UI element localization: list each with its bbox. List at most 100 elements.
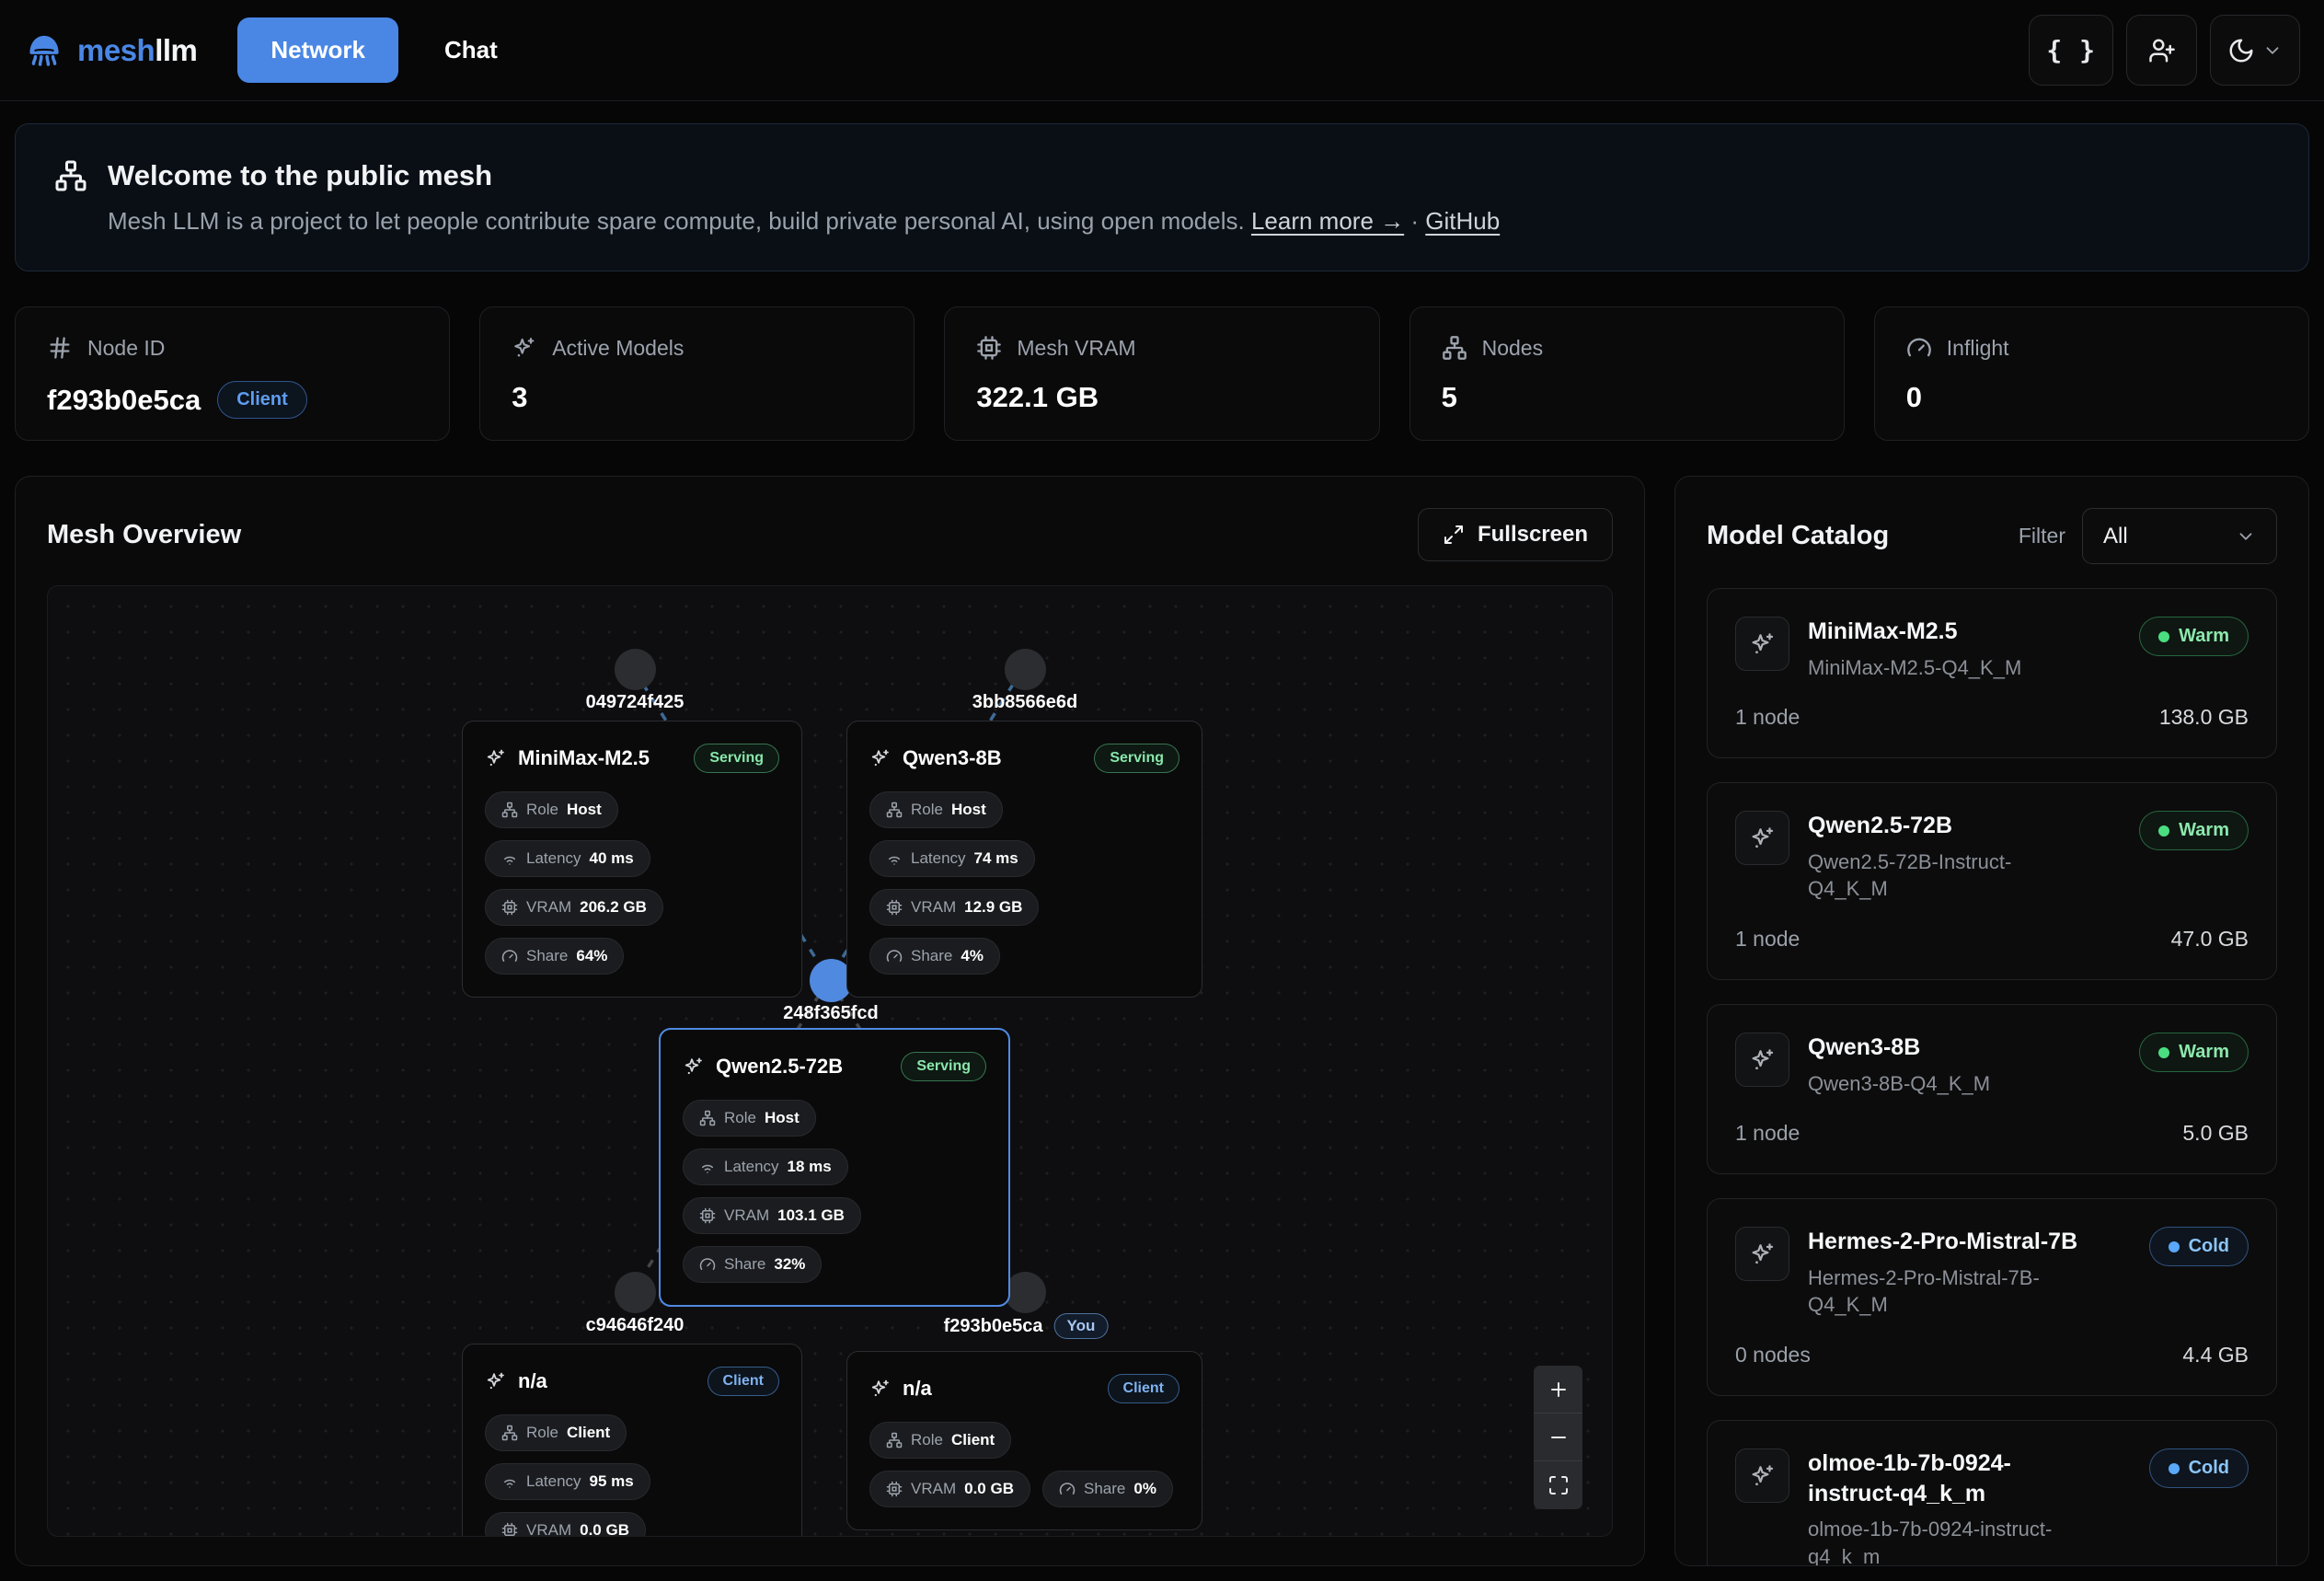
model-name: olmoe-1b-7b-0924-instruct-q4_k_m [1808,1448,2084,1508]
serving-badge: Serving [694,744,779,773]
mesh-vram-value: 322.1 GB [976,381,1099,414]
stat-card-inflight: Inflight 0 [1874,306,2309,441]
mesh-overview-title: Mesh Overview [47,520,241,550]
graph-node-card-qwen25-72b[interactable]: Qwen2.5-72B Serving RoleHost Latency18 m… [659,1028,1010,1307]
model-name: Qwen3-8B [1808,1033,2121,1063]
tab-network[interactable]: Network [237,17,398,83]
stat-card-mesh-vram: Mesh VRAM 322.1 GB [944,306,1379,441]
network-icon [1442,335,1467,361]
graph-node-card-qwen3-8b[interactable]: Qwen3-8B Serving RoleHost Latency74 ms V… [846,721,1202,998]
zoom-out-button[interactable] [1534,1414,1582,1461]
user-plus-icon [2148,37,2176,64]
share-pill: Share0% [1042,1471,1173,1507]
sparkles-icon [1749,1241,1777,1268]
model-tile [1735,617,1789,671]
sparkles-icon [485,747,507,769]
model-card-qwen3-8b[interactable]: Qwen3-8B Qwen3-8B-Q4_K_M Warm 1 node 5.0… [1707,1004,2277,1174]
header-actions: { } [2029,15,2300,86]
node-model-name: n/a [903,1377,932,1401]
vram-pill: VRAM0.0 GB [869,1471,1030,1507]
client-role-badge: Client [217,381,307,419]
role-pill: RoleHost [869,791,1003,828]
fit-view-icon [1547,1474,1570,1496]
invite-user-button[interactable] [2126,15,2197,86]
node-circle-c94646f240[interactable] [615,1272,656,1313]
stat-label-text: Active Models [552,336,684,361]
stat-label-text: Nodes [1482,336,1543,361]
model-file: Qwen3-8B-Q4_K_M [1808,1070,2121,1098]
role-pill: RoleHost [485,791,618,828]
page-content: Welcome to the public mesh Mesh LLM is a… [0,101,2324,1566]
model-card-qwen25-72b[interactable]: Qwen2.5-72B Qwen2.5-72B-Instruct-Q4_K_M … [1707,782,2277,980]
share-pill: Share64% [485,938,624,975]
node-id-label: 248f365fcd [783,1003,878,1024]
model-size: 47.0 GB [2171,927,2249,952]
stat-label-text: Node ID [87,336,165,361]
model-card-olmoe[interactable]: olmoe-1b-7b-0924-instruct-q4_k_m olmoe-1… [1707,1420,2277,1566]
mesh-graph-canvas[interactable]: 049724f425 3bb8566e6d 248f365fcd c94646f… [47,585,1613,1537]
node-id-text: f293b0e5ca [944,1316,1043,1337]
github-link[interactable]: GitHub [1425,207,1500,235]
vram-pill: VRAM0.0 GB [485,1512,646,1537]
graph-node-card-client-1[interactable]: n/a Client RoleClient Latency95 ms VRAM0… [462,1344,802,1537]
network-icon [54,159,87,192]
network-icon [699,1110,716,1126]
theme-menu-button[interactable] [2210,15,2300,86]
stat-label-text: Mesh VRAM [1017,336,1135,361]
zoom-in-button[interactable] [1534,1366,1582,1414]
fullscreen-button[interactable]: Fullscreen [1418,508,1613,561]
node-circle-f293b0e5ca[interactable] [1005,1272,1046,1313]
latency-pill: Latency18 ms [683,1148,848,1185]
latency-pill: Latency40 ms [485,840,650,877]
graph-node-card-you[interactable]: n/a Client RoleClient VRAM0.0 GB Share0% [846,1351,1202,1530]
fit-view-button[interactable] [1534,1461,1582,1509]
model-node-count: 1 node [1735,927,1800,952]
chevron-down-icon [2236,526,2256,547]
node-id-label: 049724f425 [586,692,685,713]
node-model-name: Qwen3-8B [903,746,1002,770]
api-code-button[interactable]: { } [2029,15,2113,86]
banner-description: Mesh LLM is a project to let people cont… [108,207,2270,236]
active-models-value: 3 [512,381,527,414]
sparkles-icon [1749,1462,1777,1490]
node-circle-049724f425[interactable] [615,649,656,690]
gauge-icon [1906,335,1932,361]
latency-pill: Latency95 ms [485,1463,650,1500]
node-id-value: f293b0e5ca [47,384,201,417]
gauge-icon [699,1256,716,1273]
hash-icon [47,335,73,361]
gauge-icon [886,948,903,964]
serving-badge: Serving [901,1052,986,1081]
model-card-hermes[interactable]: Hermes-2-Pro-Mistral-7B Hermes-2-Pro-Mis… [1707,1198,2277,1396]
graph-node-card-minimax[interactable]: MiniMax-M2.5 Serving RoleHost Latency40 … [462,721,802,998]
share-pill: Share4% [869,938,1000,975]
model-tile [1735,1448,1789,1503]
model-file: Hermes-2-Pro-Mistral-7B-Q4_K_M [1808,1264,2111,1319]
filter-select[interactable]: All [2082,508,2277,564]
serving-badge: Serving [1094,744,1179,773]
stat-label: Mesh VRAM [976,335,1347,361]
sparkles-icon [869,747,892,769]
share-pill: Share32% [683,1246,822,1283]
vram-pill: VRAM12.9 GB [869,889,1039,926]
banner-description-text: Mesh LLM is a project to let people cont… [108,207,1245,235]
stat-label: Active Models [512,335,882,361]
status-badge-cold: Cold [2149,1448,2249,1488]
you-badge: You [1054,1313,1109,1339]
model-card-minimax[interactable]: MiniMax-M2.5 MiniMax-M2.5-Q4_K_M Warm 1 … [1707,588,2277,758]
status-dot [2158,825,2169,837]
model-catalog-title: Model Catalog [1707,521,1889,551]
status-dot [2169,1241,2180,1252]
wifi-icon [501,850,518,867]
tab-chat[interactable]: Chat [411,17,531,83]
node-circle-3bb8566e6d[interactable] [1005,649,1046,690]
sparkles-icon [1749,630,1777,658]
learn-more-link[interactable]: Learn more → [1251,207,1404,235]
network-icon [886,802,903,818]
status-badge-warm: Warm [2139,811,2249,850]
stat-card-active-models: Active Models 3 [479,306,915,441]
stat-card-node-id: Node ID f293b0e5ca Client [15,306,450,441]
model-size: 138.0 GB [2159,705,2249,730]
chevron-down-icon [2262,40,2283,61]
stat-label-text: Inflight [1947,336,2009,361]
